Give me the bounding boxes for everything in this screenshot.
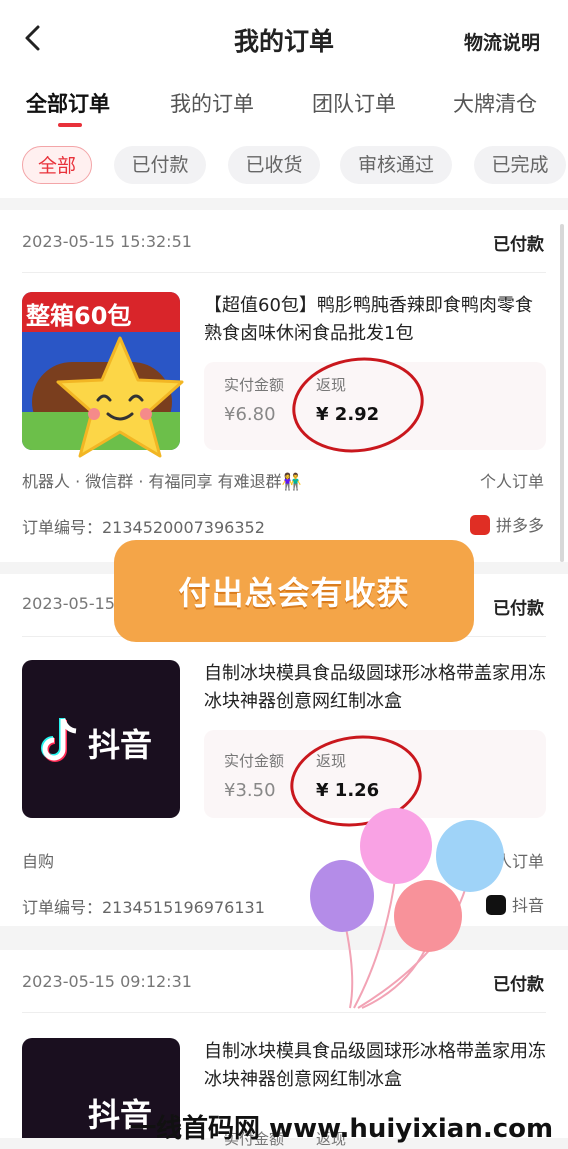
order-source: 机器人 · 微信群 · 有福同享 有难退群👫 <box>22 472 302 491</box>
active-tab-indicator <box>58 123 82 127</box>
filter-paid[interactable]: 已付款 <box>114 146 206 184</box>
order-type: 个人订单 <box>479 472 544 491</box>
order-tabs: 全部订单 我的订单 团队订单 大牌清仓 <box>0 78 568 134</box>
filter-received[interactable]: 已收货 <box>228 146 320 184</box>
order-status: 已付款 <box>493 235 544 255</box>
tab-team-orders[interactable]: 团队订单 <box>312 88 396 118</box>
banner-text: 付出总会有收获 <box>178 574 410 612</box>
product-title[interactable]: 自制冰块模具食品级圆球形冰格带盖家用冻冰块神器创意网红制冰盒 <box>204 660 548 716</box>
order-date: 2023-05-15 09:12:31 <box>22 972 192 991</box>
logistics-help-link[interactable]: 物流说明 <box>464 28 540 55</box>
watermark: 一线首码网 www.huiyixian.com <box>130 1114 554 1144</box>
order-number: 订单编号：2134515196976131 <box>22 898 265 917</box>
tab-all-orders[interactable]: 全部订单 <box>26 88 110 118</box>
price-box: 实付金额 ¥6.80 返现 ¥ 2.92 <box>204 349 546 461</box>
order-source: 自购 <box>22 852 55 871</box>
motivation-banner: 付出总会有收获 <box>114 540 474 642</box>
paid-amount-label: 实付金额 <box>224 376 285 394</box>
scrollbar[interactable] <box>560 224 564 562</box>
filter-completed[interactable]: 已完成 <box>474 146 566 184</box>
filter-approved[interactable]: 审核通过 <box>340 146 452 184</box>
product-title[interactable]: 【超值60包】鸭肜鸭肫香辣即食鸭肉零食熟食卤味休闲食品批发1包 <box>204 292 548 348</box>
order-number: 订单编号：2134520007396352 <box>22 518 265 537</box>
divider <box>22 1012 546 1013</box>
platform-name: 抖音 <box>511 896 544 915</box>
status-filters: 全部 已付款 已收货 审核通过 已完成 <box>0 134 568 198</box>
order-date: 2023-05-15 <box>22 594 115 613</box>
balloons-sticker <box>306 808 516 1012</box>
order-date: 2023-05-15 15:32:51 <box>22 232 192 251</box>
order-status: 已付款 <box>493 599 544 619</box>
pinduoduo-icon <box>469 515 490 535</box>
tab-brand-clearance[interactable]: 大牌清仓 <box>453 88 537 118</box>
price-box: 实付金额 ¥3.50 返现 ¥ 1.26 <box>204 727 546 835</box>
paid-amount: ¥3.50 <box>224 780 276 801</box>
tab-my-orders[interactable]: 我的订单 <box>170 88 254 118</box>
star-sticker <box>50 330 190 470</box>
order-card[interactable]: 2023-05-15 15:32:51 已付款 整箱60包 【超值60包】鸭肜鸭… <box>0 210 568 562</box>
top-bar: 我的订单 物流说明 <box>0 0 568 78</box>
platform-name: 拼多多 <box>495 516 544 535</box>
platform-tag: 拼多多 <box>469 512 544 536</box>
highlight-circle <box>286 349 430 461</box>
divider <box>22 272 546 273</box>
paid-amount-label: 实付金额 <box>224 752 285 770</box>
product-image[interactable]: 抖音 <box>22 660 180 818</box>
product-image-label: 抖音 <box>88 726 153 764</box>
paid-amount: ¥6.80 <box>224 404 276 425</box>
product-image-label: 整箱60包 <box>26 302 132 330</box>
product-title[interactable]: 自制冰块模具食品级圆球形冰格带盖家用冻冰块神器创意网红制冰盒 <box>204 1038 548 1094</box>
filter-all[interactable]: 全部 <box>22 146 92 184</box>
douyin-logo-icon <box>40 716 80 762</box>
